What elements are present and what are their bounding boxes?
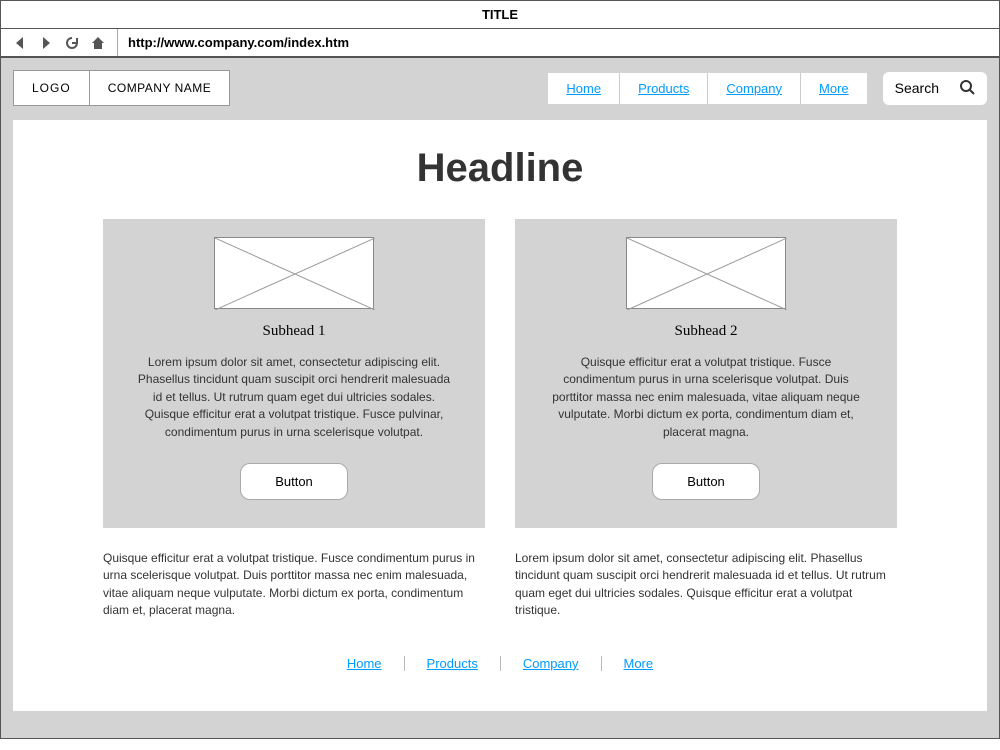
card-2-body: Quisque efficitur erat a volutpat tristi…: [545, 354, 867, 441]
footer-more[interactable]: More: [602, 656, 676, 671]
home-icon[interactable]: [89, 34, 107, 52]
nav-home[interactable]: Home: [548, 73, 620, 104]
card-1-button[interactable]: Button: [240, 463, 348, 500]
footer-products[interactable]: Products: [405, 656, 501, 671]
image-placeholder-icon: [626, 237, 786, 309]
nav-company[interactable]: Company: [708, 73, 801, 104]
url-bar[interactable]: http://www.company.com/index.htm: [117, 29, 999, 56]
nav-products[interactable]: Products: [620, 73, 708, 104]
search-placeholder: Search: [895, 80, 939, 96]
headline: Headline: [103, 146, 897, 191]
search-box[interactable]: Search: [883, 72, 987, 105]
window-title: TITLE: [1, 1, 999, 29]
forward-icon[interactable]: [37, 34, 55, 52]
nav-more[interactable]: More: [801, 73, 867, 104]
card-2-button[interactable]: Button: [652, 463, 760, 500]
back-icon[interactable]: [11, 34, 29, 52]
logo[interactable]: LOGO: [13, 70, 90, 106]
footer-company[interactable]: Company: [501, 656, 602, 671]
company-name: COMPANY NAME: [90, 70, 231, 106]
footer-home[interactable]: Home: [325, 656, 405, 671]
card-2-subhead: Subhead 2: [545, 323, 867, 340]
image-placeholder-icon: [214, 237, 374, 309]
card-1-body: Lorem ipsum dolor sit amet, consectetur …: [133, 354, 455, 441]
lower-text-2: Lorem ipsum dolor sit amet, consectetur …: [515, 550, 897, 620]
card-2: Subhead 2 Quisque efficitur erat a volut…: [515, 219, 897, 528]
main-nav: Home Products Company More: [548, 73, 866, 104]
lower-text-1: Quisque efficitur erat a volutpat tristi…: [103, 550, 485, 620]
card-1: Subhead 1 Lorem ipsum dolor sit amet, co…: [103, 219, 485, 528]
refresh-icon[interactable]: [63, 34, 81, 52]
browser-toolbar: http://www.company.com/index.htm: [1, 29, 999, 58]
footer-nav: Home Products Company More: [103, 656, 897, 671]
search-icon[interactable]: [959, 79, 975, 98]
card-1-subhead: Subhead 1: [133, 323, 455, 340]
